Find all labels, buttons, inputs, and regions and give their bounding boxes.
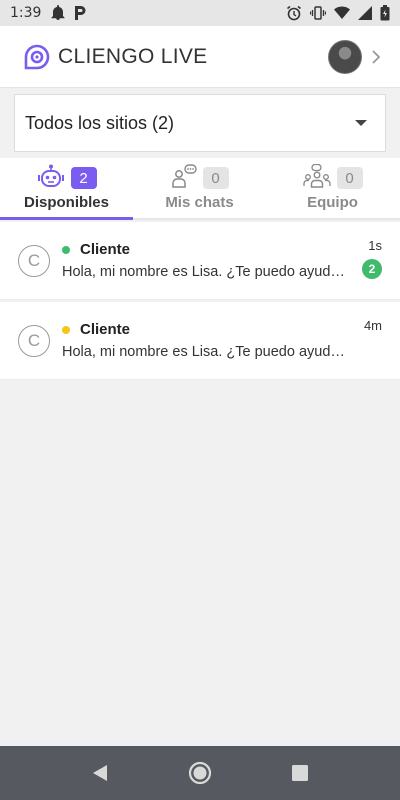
app-title: CLIENGO LIVE	[58, 44, 208, 68]
dropdown-caret-icon	[355, 120, 367, 126]
system-nav-bar	[0, 746, 400, 800]
chat-preview: Hola, mi nombre es Lisa. ¿Te puedo ayuda…	[62, 264, 346, 280]
team-icon	[302, 163, 331, 193]
chat-list-item[interactable]: C Cliente Hola, mi nombre es Lisa. ¿Te p…	[0, 302, 400, 380]
chat-avatar: C	[18, 244, 50, 277]
site-selector-dropdown[interactable]: Todos los sitios (2)	[14, 94, 386, 152]
p-icon	[73, 5, 87, 21]
back-icon[interactable]	[86, 759, 114, 787]
user-avatar[interactable]	[328, 39, 362, 74]
robot-icon	[37, 164, 65, 193]
chat-preview: Hola, mi nombre es Lisa. ¿Te puedo ayuda…	[62, 344, 346, 360]
tab-mis-chats[interactable]: 0 Mis chats	[133, 158, 266, 218]
chat-name: Cliente	[80, 241, 131, 258]
tab-count-badge: 2	[70, 167, 97, 189]
vibrate-icon	[310, 5, 326, 21]
bell-icon	[51, 5, 65, 21]
chat-name: Cliente	[80, 321, 131, 338]
chevron-right-icon[interactable]	[370, 47, 382, 67]
site-selector-label: Todos los sitios (2)	[25, 112, 175, 133]
alarm-icon	[286, 5, 302, 21]
chat-time: 4m	[363, 317, 382, 333]
status-time: 1:39	[10, 5, 42, 21]
tab-bar: 2 Disponibles 0 Mis chats 0 Equipo	[0, 158, 400, 220]
cliengo-logo-icon	[24, 44, 50, 70]
wifi-icon	[334, 6, 350, 20]
tab-count-badge: 0	[336, 167, 363, 189]
tab-label: Mis chats	[165, 194, 234, 211]
chat-time: 1s	[368, 237, 382, 253]
chat-list-item[interactable]: C Cliente Hola, mi nombre es Lisa. ¿Te p…	[0, 222, 400, 300]
unread-badge: 2	[362, 258, 382, 279]
agent-chat-icon	[171, 163, 197, 193]
tab-equipo[interactable]: 0 Equipo	[266, 158, 399, 218]
home-icon[interactable]	[186, 759, 214, 787]
battery-icon	[380, 5, 390, 21]
status-bar: 1:39	[0, 0, 400, 26]
chat-list: C Cliente Hola, mi nombre es Lisa. ¿Te p…	[0, 222, 400, 382]
app-header: CLIENGO LIVE	[0, 26, 400, 88]
tab-count-badge: 0	[202, 167, 229, 189]
chat-avatar: C	[18, 324, 50, 357]
signal-icon	[358, 6, 372, 20]
site-selector-wrapper: Todos los sitios (2)	[0, 88, 400, 158]
tab-disponibles[interactable]: 2 Disponibles	[0, 158, 133, 220]
tab-label: Disponibles	[23, 194, 109, 211]
status-dot	[62, 325, 70, 334]
recents-icon[interactable]	[286, 759, 314, 787]
tab-label: Equipo	[307, 194, 358, 211]
status-dot	[62, 245, 70, 254]
